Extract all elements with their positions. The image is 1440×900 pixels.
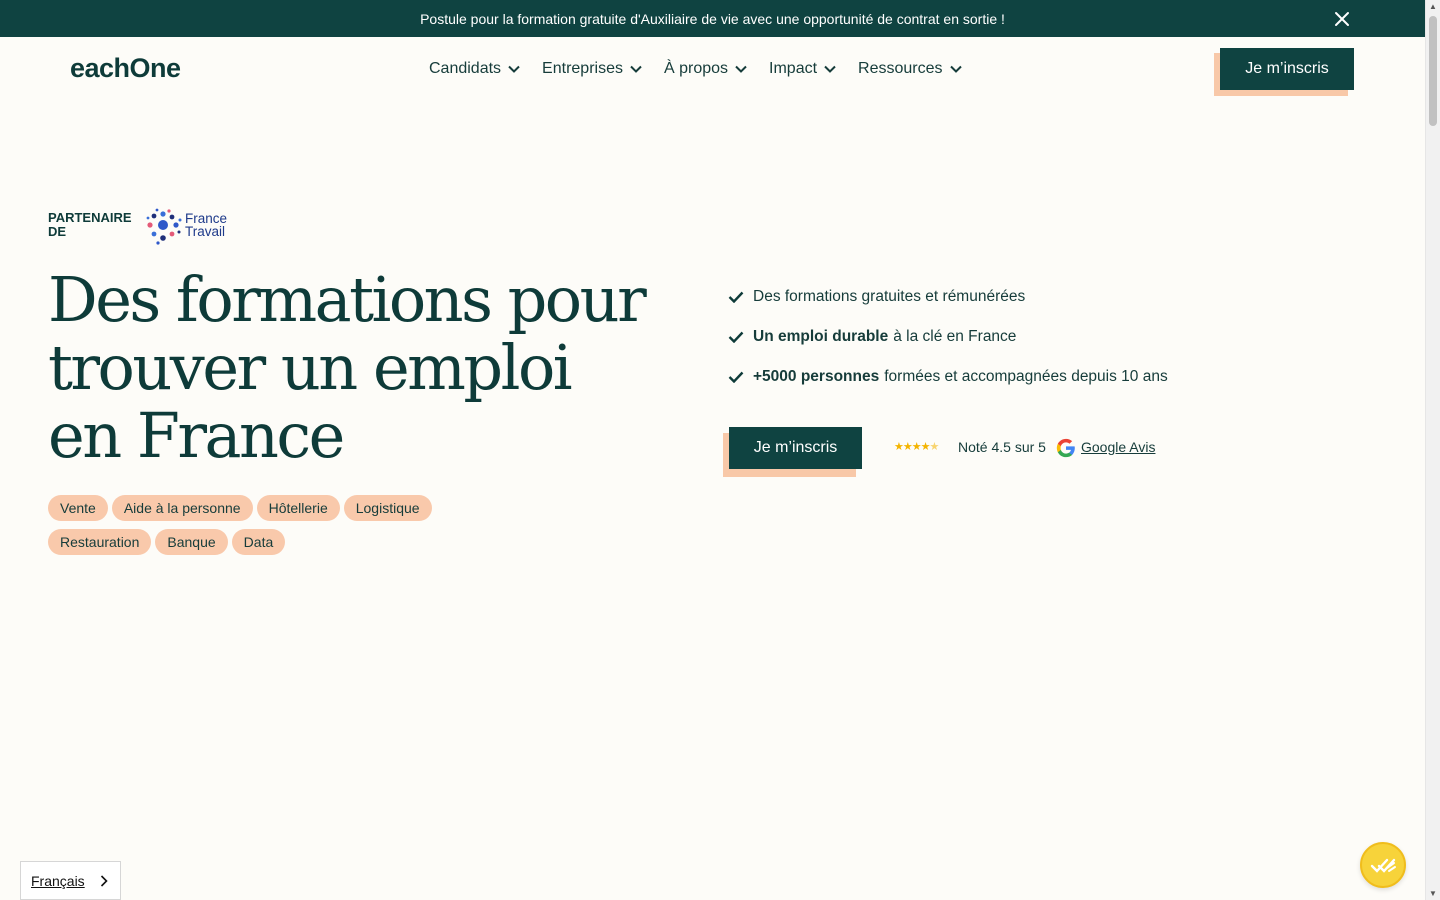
check-icon	[728, 291, 744, 303]
hero-title-line1: Des formations pour	[48, 263, 647, 336]
partner-label-line2: DE	[48, 224, 67, 239]
scrollbar[interactable]: ▲ ▼	[1425, 0, 1440, 900]
hero-title-line3: en France	[48, 399, 345, 472]
benefits-list: Des formations gratuites et rémunérées U…	[728, 286, 1168, 406]
nav-item-a-propos[interactable]: À propos	[664, 58, 747, 80]
ft-line2: Travail	[185, 223, 226, 239]
tag-aide-personne[interactable]: Aide à la personne	[111, 495, 253, 521]
nav-item-entreprises[interactable]: Entreprises	[542, 58, 642, 80]
chat-widget-button[interactable]	[1360, 842, 1406, 888]
benefit-item: Des formations gratuites et rémunérées	[728, 286, 1168, 308]
chevron-right-icon	[100, 875, 108, 887]
benefit-text: formées et accompagnées depuis 10 ans	[884, 368, 1168, 385]
check-icon	[728, 331, 744, 343]
nav-item-impact[interactable]: Impact	[769, 58, 836, 80]
nav-label: Entreprises	[542, 60, 623, 77]
france-travail-logo-icon	[146, 208, 182, 245]
nav-label: Ressources	[858, 60, 943, 77]
rating-text: Noté 4.5 sur 5	[958, 439, 1046, 455]
rating-stars-icon: ★★★★★	[894, 441, 939, 453]
tag-restauration[interactable]: Restauration	[48, 529, 152, 555]
scroll-up-icon[interactable]: ▲	[1429, 2, 1437, 11]
nav-item-candidats[interactable]: Candidats	[429, 58, 520, 80]
partner-label-line1: PARTENAIRE	[48, 210, 132, 225]
double-check-icon	[1370, 858, 1396, 873]
announcement-text[interactable]: Postule pour la formation gratuite d'Aux…	[420, 11, 1005, 27]
check-icon	[728, 371, 744, 383]
hero-title-line2: trouver un emploi	[48, 331, 573, 404]
benefit-item: +5000 personnes formées et accompagnées …	[728, 366, 1168, 388]
close-icon[interactable]	[1333, 10, 1351, 28]
google-icon	[1056, 438, 1075, 458]
tag-hotellerie[interactable]: Hôtellerie	[256, 495, 340, 521]
tag-vente[interactable]: Vente	[48, 495, 108, 521]
chevron-down-icon	[508, 65, 520, 73]
chevron-down-icon	[949, 65, 962, 73]
benefit-text: à la clé en France	[893, 328, 1017, 345]
tag-data[interactable]: Data	[231, 529, 286, 555]
scroll-down-icon[interactable]: ▼	[1429, 889, 1437, 898]
nav-item-ressources[interactable]: Ressources	[858, 58, 962, 80]
benefit-text: Des formations gratuites et rémunérées	[753, 288, 1026, 305]
nav-label: Candidats	[429, 60, 502, 77]
benefit-bold: +5000 personnes	[753, 368, 880, 385]
main-nav: Candidats Entreprises À propos Impact Re…	[429, 58, 984, 80]
signup-button[interactable]: Je m’inscris	[1220, 48, 1354, 90]
language-label: Français	[31, 872, 85, 889]
google-reviews-link[interactable]: Google Avis	[1081, 439, 1155, 455]
tag-logistique[interactable]: Logistique	[343, 495, 432, 521]
announcement-bar: Postule pour la formation gratuite d'Aux…	[0, 0, 1425, 37]
chevron-down-icon	[735, 65, 747, 73]
france-travail-logo-text: France Travail	[185, 212, 227, 239]
logo[interactable]: eachOne	[70, 53, 181, 84]
hero-signup-button[interactable]: Je m’inscris	[729, 427, 862, 469]
chevron-down-icon	[824, 65, 836, 73]
chevron-down-icon	[630, 65, 642, 73]
partner-label: PARTENAIRE DE	[48, 211, 140, 239]
benefit-bold: Un emploi durable	[753, 328, 889, 345]
hero-title: Des formations pour trouver un emploi en…	[48, 266, 678, 470]
tag-banque[interactable]: Banque	[155, 529, 228, 555]
nav-label: Impact	[769, 60, 818, 77]
benefit-item: Un emploi durable à la clé en France	[728, 326, 1168, 348]
sector-tags: Vente Aide à la personne Hôtellerie Logi…	[48, 495, 448, 555]
language-selector[interactable]: Français	[20, 861, 121, 900]
hero-cta: Je m’inscris	[723, 427, 863, 477]
header-cta: Je m’inscris	[1214, 48, 1354, 96]
scroll-thumb[interactable]	[1429, 16, 1437, 126]
nav-label: À propos	[663, 60, 729, 77]
